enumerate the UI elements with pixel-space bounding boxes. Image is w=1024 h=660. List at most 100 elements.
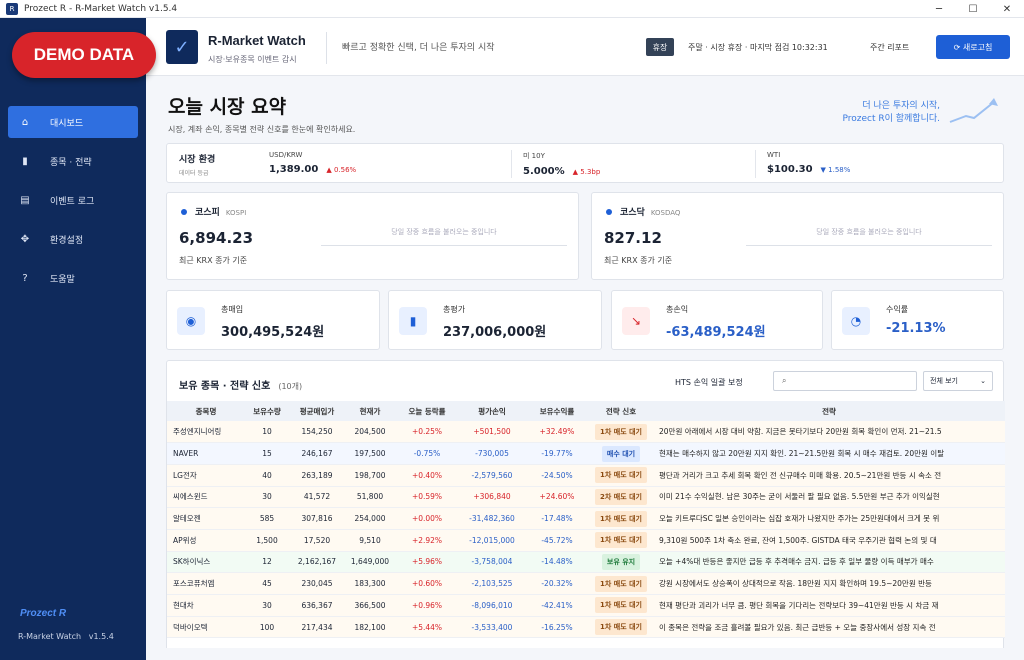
cell-signal: 1차 매도 대기: [589, 507, 653, 530]
divider: [755, 150, 756, 178]
kosdaq-card[interactable]: 코스닥 KOSDAQ 827.12 최근 KRX 종가 기준 당일 장중 흐름을 …: [591, 192, 1004, 280]
cell-pl: -730,005: [459, 442, 525, 465]
close-icon[interactable]: ✕: [990, 0, 1024, 18]
table-row[interactable]: 포스코퓨처엠 45 230,045 183,300 +0.60% -2,103,525 -2…: [167, 572, 1005, 595]
signal-badge: 1차 매도 대기: [595, 423, 647, 440]
column-header[interactable]: 평가손익: [459, 401, 525, 421]
cell-qty: 30: [245, 594, 289, 617]
cell-name: 주성엔지니어링: [167, 421, 245, 444]
sidebar-item-dashboard[interactable]: ⌂ 대시보드: [8, 106, 138, 138]
cell-memo: 현재 평단과 괴리가 너무 큼. 평단 회복을 기다리는 전략보다 39~41만…: [653, 594, 1005, 617]
column-header[interactable]: 평균매입가: [289, 401, 345, 421]
cell-signal: 보유 유지: [589, 551, 653, 574]
cell-signal: 1차 매도 대기: [589, 616, 653, 639]
cell-qty: 1,500: [245, 529, 289, 552]
cell-day: +0.25%: [395, 421, 459, 444]
cell-avg: 217,434: [289, 616, 345, 639]
cell-day: +0.00%: [395, 507, 459, 530]
column-header[interactable]: 보유수량: [245, 401, 289, 421]
hts-correction-link[interactable]: HTS 손익 일괄 보정: [675, 377, 743, 388]
table-row[interactable]: 알테오젠 585 307,816 254,000 +0.00% -31,482,360 -1…: [167, 507, 1005, 530]
cell-signal: 1차 매도 대기: [589, 594, 653, 617]
sidebar-item-settings[interactable]: ✥ 환경설정: [8, 223, 138, 255]
table-row[interactable]: SK하이닉스 12 2,162,167 1,649,000 +5.96% -3,758,0…: [167, 551, 1005, 574]
cell-pl: -3,533,400: [459, 616, 525, 639]
column-header[interactable]: 보유수익률: [525, 401, 589, 421]
cell-pl: -3,758,004: [459, 551, 525, 574]
weekly-report-link[interactable]: 주간 리포트: [870, 42, 909, 53]
table-row[interactable]: 덕바이오텍 100 217,434 182,100 +5.44% -3,533,400 -1…: [167, 616, 1005, 639]
intraday-placeholder-line: [746, 245, 992, 246]
table-row[interactable]: 현대차 30 636,367 366,500 +0.96% -8,096,010 -42.4…: [167, 594, 1005, 617]
cell-cur: 254,000: [345, 507, 395, 530]
cell-day: +0.96%: [395, 594, 459, 617]
column-header[interactable]: 전략 신호: [589, 401, 653, 421]
table-row[interactable]: 씨에스윈드 30 41,572 51,800 +0.59% +306,840 +24.60%…: [167, 486, 1005, 509]
sidebar-item-label: 이벤트 로그: [50, 196, 95, 207]
cell-memo: 평단과 거리가 크고 추세 회복 확인 전 신규매수 미매 확용. 20.5~2…: [653, 464, 1005, 487]
promo-line-1: 더 나은 투자의 시작,: [862, 101, 940, 111]
column-header[interactable]: 전략: [653, 401, 1005, 421]
holdings-table: 종목명 보유수량 평균매입가 현재가 오늘 등락률 평가손익 보유수익률 전략 신호 전략 주성…: [167, 401, 1005, 639]
stat-label: 수익률: [886, 305, 909, 314]
index-en: KOSPI: [225, 209, 247, 217]
search-input[interactable]: ⌕: [773, 371, 917, 391]
table-row[interactable]: AP위성 1,500 17,520 9,510 +2.92% -12,015,000 -45…: [167, 529, 1005, 552]
cell-name: NAVER: [167, 442, 245, 465]
cell-avg: 17,520: [289, 529, 345, 552]
intraday-loading-text: 당일 장중 흐름을 불러오는 중입니다: [391, 228, 497, 236]
sidebar-item-label: 종목 · 전략: [50, 157, 92, 168]
settings-icon: ✥: [20, 233, 30, 245]
filter-label: 전체 보기: [930, 377, 958, 385]
column-header[interactable]: 오늘 등락률: [395, 401, 459, 421]
maximize-icon[interactable]: ☐: [956, 0, 990, 18]
signal-badge: 1차 매도 대기: [595, 467, 647, 484]
refresh-button[interactable]: ⟳ 새로고침: [936, 35, 1010, 59]
stat-value: -63,489,524원: [666, 325, 766, 340]
home-icon: ⌂: [21, 116, 29, 128]
cell-day: +0.59%: [395, 486, 459, 509]
market-env-sublabel: 데이터 등급: [179, 170, 209, 177]
minimize-icon[interactable]: ─: [922, 0, 956, 18]
kospi-card[interactable]: 코스피 KOSPI 6,894.23 최근 KRX 종가 기준 당일 장중 흐름을…: [166, 192, 579, 280]
cell-avg: 2,162,167: [289, 551, 345, 574]
cell-pl: -2,579,560: [459, 464, 525, 487]
stat-value: 300,495,524원: [221, 325, 325, 340]
signal-badge: 1차 매도 대기: [595, 510, 647, 527]
cell-cur: 204,500: [345, 421, 395, 444]
env-wti: WTI $100.30 ▼ 1.58%: [767, 151, 850, 175]
cell-ret: -17.48%: [525, 507, 589, 530]
cell-memo: 9,310원 500주 1차 축소 완료, 잔여 1,500주. GISTDA …: [653, 529, 1005, 552]
intraday-loading-text: 당일 장중 흐름을 불러오는 중입니다: [816, 228, 922, 236]
log-icon: ▤: [20, 194, 30, 206]
table-row[interactable]: NAVER 15 246,167 197,500 -0.75% -730,005 -19.7…: [167, 442, 1005, 465]
signal-badge: 보유 유지: [601, 553, 641, 570]
column-header[interactable]: 종목명: [167, 401, 245, 421]
cell-ret: -16.25%: [525, 616, 589, 639]
index-name: 코스닥: [620, 208, 645, 218]
sidebar-item-event-log[interactable]: ▤ 이벤트 로그: [8, 184, 138, 216]
page-subtitle: 시장, 계좌 손익, 종목별 전략 신호를 한눈에 확인하세요.: [168, 125, 356, 134]
filter-select[interactable]: 전체 보기 ⌄: [923, 371, 993, 391]
cell-avg: 230,045: [289, 572, 345, 595]
cell-cur: 366,500: [345, 594, 395, 617]
chevron-down-icon: ⌄: [980, 377, 986, 385]
sidebar-item-help[interactable]: ? 도움말: [8, 262, 138, 294]
table-row[interactable]: LG전자 40 263,189 198,700 +0.40% -2,579,560 -24.…: [167, 464, 1005, 487]
table-body: 주성엔지니어링 10 154,250 204,500 +0.25% +501,500 +32…: [167, 421, 1005, 639]
cell-cur: 198,700: [345, 464, 395, 487]
cell-day: +0.40%: [395, 464, 459, 487]
column-header[interactable]: 현재가: [345, 401, 395, 421]
cell-day: +2.92%: [395, 529, 459, 552]
cell-day: +0.60%: [395, 572, 459, 595]
cell-ret: -42.41%: [525, 594, 589, 617]
table-row[interactable]: 주성엔지니어링 10 154,250 204,500 +0.25% +501,500 +32…: [167, 421, 1005, 444]
cell-day: -0.75%: [395, 442, 459, 465]
index-name: 코스피: [195, 208, 220, 218]
index-value: 6,894.23: [179, 229, 254, 247]
signal-badge: 1차 매도 대기: [595, 575, 647, 592]
sidebar-item-stocks[interactable]: ▮ 종목 · 전략: [8, 145, 138, 177]
cell-day: +5.96%: [395, 551, 459, 574]
cell-ret: -14.48%: [525, 551, 589, 574]
cell-cur: 182,100: [345, 616, 395, 639]
